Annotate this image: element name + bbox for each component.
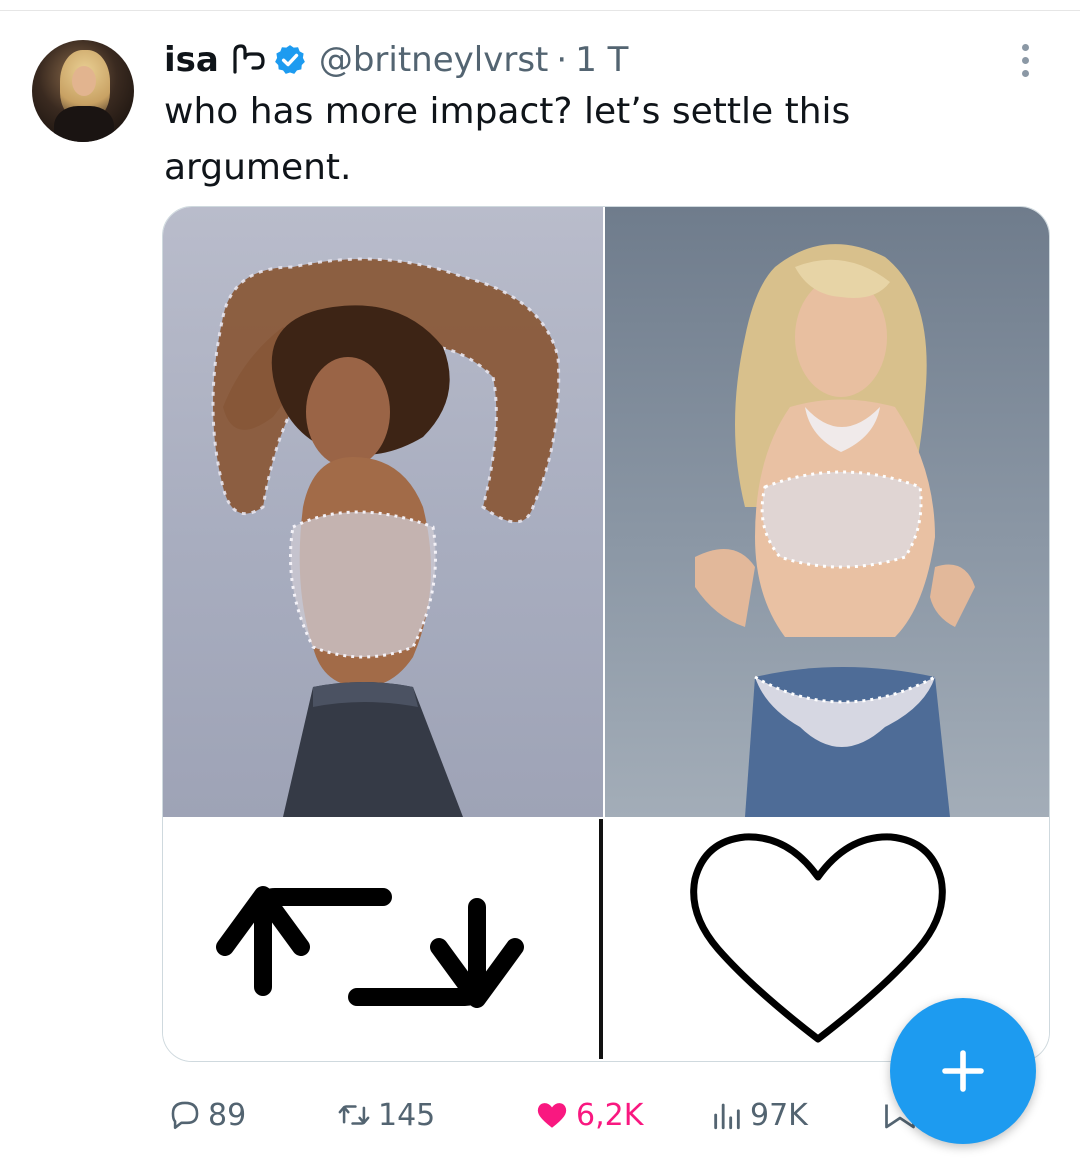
compose-button[interactable] bbox=[890, 998, 1036, 1144]
more-dot bbox=[1021, 56, 1029, 64]
top-divider bbox=[0, 10, 1080, 11]
retweet-button[interactable]: 145 bbox=[336, 1090, 435, 1140]
photo-right-figure bbox=[695, 244, 975, 817]
reply-count: 89 bbox=[208, 1097, 247, 1133]
display-name[interactable]: isa bbox=[164, 40, 219, 80]
tweet-header: isa @britneylvrst · 1 T bbox=[164, 36, 628, 84]
media-photo-left bbox=[163, 207, 603, 817]
user-handle[interactable]: @britneylvrst bbox=[319, 40, 549, 80]
avatar-face bbox=[72, 66, 96, 96]
views-button[interactable]: 97K bbox=[710, 1090, 808, 1140]
verified-badge-icon bbox=[274, 45, 305, 74]
photo-left-figure bbox=[211, 257, 561, 817]
reply-icon bbox=[171, 1101, 199, 1130]
media-retweet-icon bbox=[216, 886, 524, 1008]
media-icon-divider bbox=[599, 819, 603, 1059]
avatar-body bbox=[54, 106, 114, 142]
retweet-icon bbox=[338, 1105, 370, 1125]
tweet-media[interactable] bbox=[162, 206, 1050, 1062]
compose-plus-icon bbox=[942, 1050, 984, 1092]
reply-button[interactable]: 89 bbox=[168, 1090, 246, 1140]
like-button[interactable]: 6,2K bbox=[534, 1090, 643, 1140]
more-dot bbox=[1021, 69, 1029, 77]
views-icon bbox=[714, 1103, 740, 1130]
views-count: 97K bbox=[750, 1097, 808, 1133]
tweet-timestamp[interactable]: 1 T bbox=[575, 40, 628, 80]
media-photo-right bbox=[605, 207, 1049, 817]
more-dot bbox=[1021, 43, 1029, 51]
heart-filled-icon bbox=[537, 1103, 567, 1128]
like-count: 6,2K bbox=[576, 1097, 644, 1133]
header-separator: · bbox=[556, 40, 568, 80]
avatar[interactable] bbox=[32, 40, 134, 142]
tweet-text: who has more impact? let’s settle this a… bbox=[164, 91, 851, 188]
more-options-icon[interactable] bbox=[1010, 40, 1040, 80]
retweet-count: 145 bbox=[378, 1097, 436, 1133]
name-glyph-icon bbox=[233, 44, 265, 74]
